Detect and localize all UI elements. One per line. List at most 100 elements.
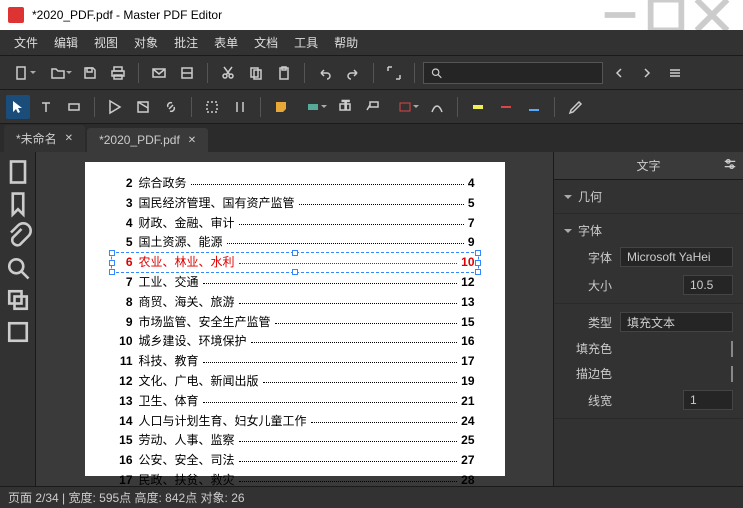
pencil-tool[interactable]: [425, 95, 449, 119]
app-logo: [8, 7, 24, 23]
document-tabs: *未命名 ✕ *2020_PDF.pdf✕: [0, 124, 743, 152]
undo-button[interactable]: [313, 61, 337, 85]
linewidth-label: 线宽: [564, 392, 612, 409]
stamp-tool[interactable]: [297, 95, 329, 119]
toc-line[interactable]: 12文化、广电、新闻出版19: [115, 373, 475, 390]
fit-button[interactable]: [382, 61, 406, 85]
cut-button[interactable]: [216, 61, 240, 85]
tab-1[interactable]: *2020_PDF.pdf✕: [87, 128, 208, 152]
toc-line[interactable]: 10城乡建设、环境保护16: [115, 333, 475, 350]
document-area[interactable]: 2综合政务4 3国民经济管理、国有资产监管5 4财政、金融、审计7 5国土资源、能源9…: [36, 152, 553, 486]
main-toolbar: [0, 56, 743, 90]
menubar: 文件 编辑 视图 对象 批注 表单 文档 工具 帮助: [0, 30, 743, 56]
linewidth-input[interactable]: [683, 390, 733, 410]
edit-text-tool[interactable]: [62, 95, 86, 119]
search-input[interactable]: [443, 66, 596, 80]
font-input[interactable]: [620, 247, 733, 267]
minimize-button[interactable]: [597, 0, 643, 30]
callout-tool[interactable]: [361, 95, 385, 119]
new-button[interactable]: [6, 61, 38, 85]
toc-line[interactable]: 6农业、林业、水利10: [115, 254, 475, 271]
size-input[interactable]: [683, 275, 733, 295]
stroke-label: 描边色: [564, 365, 612, 382]
menu-help[interactable]: 帮助: [326, 30, 366, 55]
toc-line[interactable]: 4财政、金融、审计7: [115, 215, 475, 232]
search-next-button[interactable]: [635, 61, 659, 85]
email-button[interactable]: [147, 61, 171, 85]
status-text: 页面 2/34 | 宽度: 595点 高度: 842点 对象: 26: [8, 489, 245, 506]
toc-line[interactable]: 13卫生、体育21: [115, 393, 475, 410]
textbox-tool[interactable]: T: [333, 95, 357, 119]
left-sidebar: [0, 152, 36, 486]
menu-form[interactable]: 表单: [206, 30, 246, 55]
type-input[interactable]: [620, 312, 733, 332]
edit-toolbar: T: [0, 90, 743, 124]
toc-line[interactable]: 8商贸、海关、旅游13: [115, 294, 475, 311]
close-icon[interactable]: ✕: [188, 135, 196, 146]
redo-button[interactable]: [341, 61, 365, 85]
window-title: *2020_PDF.pdf - Master PDF Editor: [32, 8, 597, 22]
toc-line[interactable]: 3国民经济管理、国有资产监管5: [115, 195, 475, 212]
menu-view[interactable]: 视图: [86, 30, 126, 55]
menu-file[interactable]: 文件: [6, 30, 46, 55]
highlight-tool[interactable]: [466, 95, 490, 119]
open-button[interactable]: [42, 61, 74, 85]
strikeout-tool[interactable]: [494, 95, 518, 119]
toc-line[interactable]: 11科技、教育17: [115, 353, 475, 370]
maximize-button[interactable]: [643, 0, 689, 30]
edit-form-tool[interactable]: [131, 95, 155, 119]
menu-tools[interactable]: 工具: [286, 30, 326, 55]
toc-line[interactable]: 9市场监管、安全生产监管15: [115, 314, 475, 331]
search-options-button[interactable]: [663, 61, 687, 85]
toc-line[interactable]: 17民政、扶贫、救灾28: [115, 472, 475, 486]
tab-label: *未命名: [16, 130, 57, 147]
type-label: 类型: [564, 314, 612, 331]
layers-button[interactable]: [4, 286, 32, 314]
menu-edit[interactable]: 编辑: [46, 30, 86, 55]
signatures-button[interactable]: [4, 318, 32, 346]
tab-0[interactable]: *未命名 ✕: [4, 125, 85, 152]
copy-button[interactable]: [244, 61, 268, 85]
svg-text:T: T: [342, 99, 350, 112]
search-prev-button[interactable]: [607, 61, 631, 85]
toc-line[interactable]: 14人口与计划生育、妇女儿童工作24: [115, 413, 475, 430]
edit-doc-tool[interactable]: [103, 95, 127, 119]
fill-label: 填充色: [564, 340, 612, 357]
toc-line[interactable]: 15劳动、人事、监察25: [115, 432, 475, 449]
vert-text-tool[interactable]: [228, 95, 252, 119]
status-bar: 页面 2/34 | 宽度: 595点 高度: 842点 对象: 26: [0, 486, 743, 508]
menu-object[interactable]: 对象: [126, 30, 166, 55]
search-panel-button[interactable]: [4, 254, 32, 282]
search-box[interactable]: [423, 62, 603, 84]
sign-tool[interactable]: [563, 95, 587, 119]
select-tool[interactable]: [6, 95, 30, 119]
pdf-page: 2综合政务4 3国民经济管理、国有资产监管5 4财政、金融、审计7 5国土资源、能源9…: [85, 162, 505, 476]
save-button[interactable]: [78, 61, 102, 85]
font-label: 字体: [564, 249, 612, 266]
toc-line[interactable]: 7工业、交通12: [115, 274, 475, 291]
paste-button[interactable]: [272, 61, 296, 85]
menu-doc[interactable]: 文档: [246, 30, 286, 55]
attachments-button[interactable]: [4, 222, 32, 250]
thumbnails-button[interactable]: [4, 158, 32, 186]
font-section[interactable]: 字体: [564, 218, 733, 243]
rect-select-tool[interactable]: [200, 95, 224, 119]
bookmarks-button[interactable]: [4, 190, 32, 218]
note-tool[interactable]: [269, 95, 293, 119]
stroke-color-swatch[interactable]: [731, 366, 733, 382]
toc-line[interactable]: 16公安、安全、司法27: [115, 452, 475, 469]
panel-settings-icon[interactable]: [723, 157, 737, 174]
geometry-section[interactable]: 几何: [564, 184, 733, 209]
close-icon[interactable]: ✕: [65, 133, 73, 144]
underline-tool[interactable]: [522, 95, 546, 119]
print-button[interactable]: [106, 61, 130, 85]
text-tool[interactable]: [34, 95, 58, 119]
fill-color-swatch[interactable]: [731, 341, 733, 357]
toc-line[interactable]: 5国土资源、能源9: [115, 234, 475, 251]
shape-tool[interactable]: [389, 95, 421, 119]
close-button[interactable]: [689, 0, 735, 30]
menu-annot[interactable]: 批注: [166, 30, 206, 55]
scan-button[interactable]: [175, 61, 199, 85]
link-tool[interactable]: [159, 95, 183, 119]
toc-line[interactable]: 2综合政务4: [115, 175, 475, 192]
